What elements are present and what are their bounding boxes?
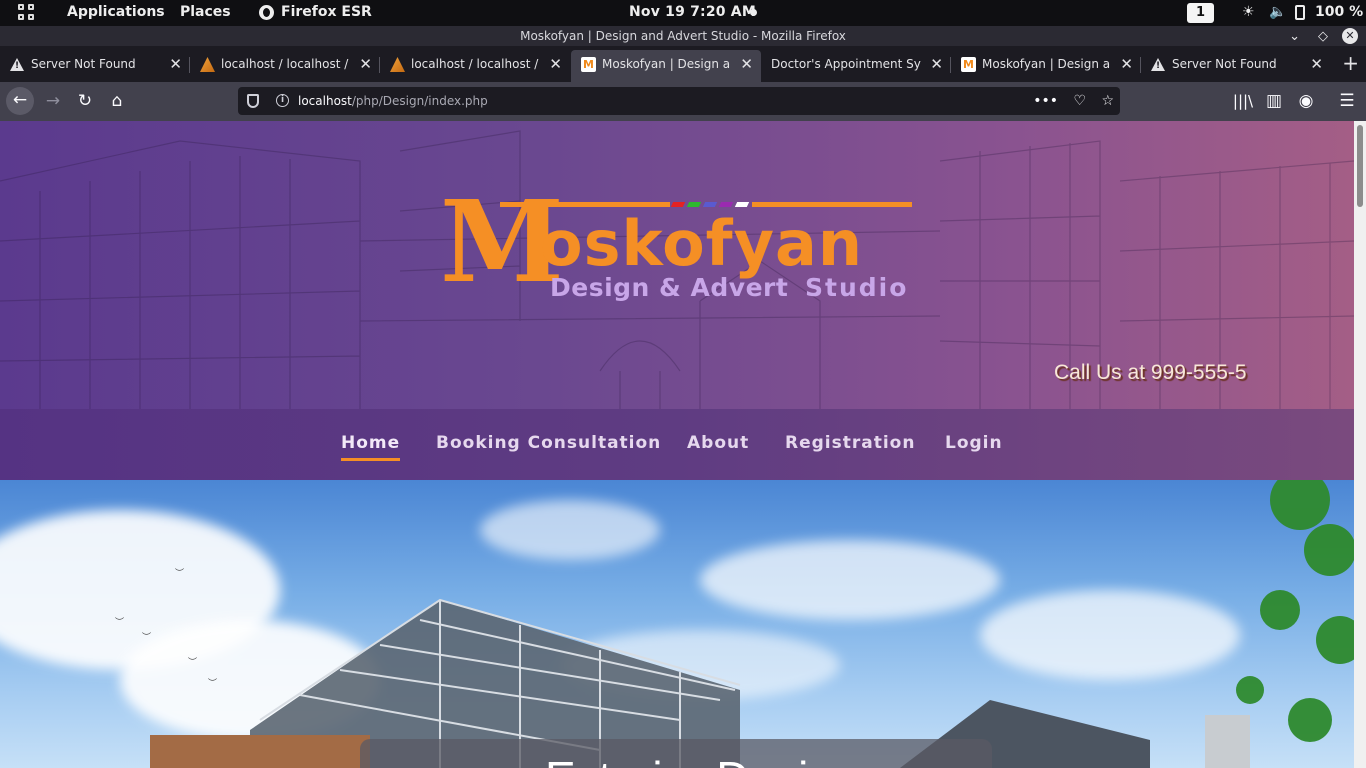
notification-dot-icon	[750, 9, 757, 16]
tab-label: Moskofyan | Design and A	[602, 57, 731, 71]
window-title: Moskofyan | Design and Advert Studio - M…	[520, 29, 846, 43]
warning-icon	[1151, 57, 1166, 74]
sidebar-icon[interactable]: ▥	[1262, 90, 1286, 114]
tab-label: Server Not Found	[1172, 57, 1277, 71]
window-titlebar: Moskofyan | Design and Advert Studio - M…	[0, 26, 1366, 46]
site-info-icon[interactable]: i	[276, 94, 289, 107]
applications-menu[interactable]: Applications	[67, 4, 165, 20]
nav-booking-consultation[interactable]: Booking Consultation	[436, 433, 661, 453]
tab-server-not-found-1[interactable]: Server Not Found ✕	[0, 50, 190, 80]
tab-doctors-appointment[interactable]: Doctor's Appointment System ✕	[761, 50, 951, 80]
tab-localhost-cdf[interactable]: localhost / localhost / cdf ✕	[380, 50, 570, 80]
tab-label: Moskofyan | Design and A	[982, 57, 1111, 71]
url-bar[interactable]: i localhost/php/Design/index.php ••• ♡ ☆	[238, 87, 1120, 115]
volume-icon[interactable]: 🔈	[1269, 4, 1286, 20]
url-text[interactable]: localhost/php/Design/index.php	[298, 87, 488, 115]
hamburger-menu-icon[interactable]: ☰	[1335, 90, 1359, 114]
battery-percent: 100 %	[1315, 4, 1364, 20]
call-us-text: Call Us at 999-555-5	[1054, 361, 1247, 384]
places-menu[interactable]: Places	[180, 4, 231, 20]
tab-moskofyan-2[interactable]: M Moskofyan | Design and A ✕	[951, 50, 1141, 80]
nav-login[interactable]: Login	[945, 433, 1003, 453]
tab-close-icon[interactable]: ✕	[169, 50, 182, 78]
nav-registration[interactable]: Registration	[785, 433, 915, 453]
page-scrollbar[interactable]	[1354, 121, 1366, 768]
phpmyadmin-icon	[390, 57, 405, 72]
tab-close-icon[interactable]: ✕	[740, 50, 753, 78]
nav-about[interactable]: About	[687, 433, 749, 453]
bookmark-star-icon[interactable]: ☆	[1101, 87, 1114, 115]
account-icon[interactable]: ◉	[1294, 90, 1318, 114]
tab-close-icon[interactable]: ✕	[1310, 50, 1323, 78]
tab-label: Server Not Found	[31, 57, 136, 71]
brightness-icon[interactable]: ☀	[1242, 4, 1255, 20]
moskofyan-favicon-icon: M	[581, 57, 596, 72]
logo-subtitle: Design & Advert	[550, 273, 789, 302]
window-close-icon[interactable]: ✕	[1342, 28, 1358, 44]
web-page: M oskofyan Design & Advert Studio Call U…	[0, 121, 1354, 768]
forward-arrow-icon[interactable]: →	[41, 90, 65, 114]
battery-icon[interactable]	[1295, 5, 1305, 20]
warning-icon	[10, 57, 25, 74]
tab-bar: Server Not Found ✕ localhost / localhost…	[0, 46, 1366, 82]
logo-subtitle-studio: Studio	[805, 273, 909, 302]
tab-label: localhost / localhost / cdf	[411, 57, 540, 71]
tab-close-icon[interactable]: ✕	[930, 50, 943, 78]
minimize-chevron-icon[interactable]: ⌄	[1289, 27, 1300, 47]
back-arrow-icon[interactable]: ←	[6, 87, 34, 115]
reload-icon[interactable]: ↻	[73, 90, 97, 114]
phpmyadmin-icon	[200, 57, 215, 72]
tab-label: Doctor's Appointment System	[771, 57, 921, 71]
library-icon[interactable]: |||\	[1231, 90, 1255, 114]
hero-caption: Exterior Design	[545, 751, 859, 768]
moskofyan-favicon-icon: M	[961, 57, 976, 72]
home-icon[interactable]: ⌂	[105, 90, 129, 114]
logo-wordmark: oskofyan	[540, 207, 864, 280]
tab-close-icon[interactable]: ✕	[549, 50, 562, 78]
site-nav-menu: Home Booking Consultation About Registra…	[0, 409, 1354, 480]
tracking-shield-icon[interactable]	[247, 94, 259, 108]
workspace-indicator[interactable]: 1	[1187, 3, 1214, 23]
building-photo	[150, 480, 1354, 768]
tab-label: localhost / localhost / doc	[221, 57, 350, 71]
moskofyan-logo[interactable]: M oskofyan Design & Advert Studio	[440, 187, 915, 309]
tab-server-not-found-2[interactable]: Server Not Found ✕	[1141, 50, 1331, 80]
tab-moskofyan-active[interactable]: M Moskofyan | Design and A ✕	[571, 50, 761, 82]
hero-caption-box: Exterior Design	[360, 739, 992, 768]
clock[interactable]: Nov 19 7:20 AM	[629, 4, 756, 20]
hero-slider: ︶ ︶ ︶ ︶ ︶ Exterior Design	[0, 480, 1354, 768]
navigation-toolbar: ← → ↻ ⌂ i localhost/php/Design/index.php…	[0, 82, 1366, 121]
tab-close-icon[interactable]: ✕	[1120, 50, 1133, 78]
firefox-icon	[259, 5, 274, 20]
app-grid-icon[interactable]	[18, 4, 36, 22]
system-top-bar: Applications Places Firefox ESR Nov 19 7…	[0, 0, 1366, 26]
maximize-diamond-icon[interactable]: ◇	[1318, 27, 1328, 47]
pocket-icon[interactable]: ♡	[1073, 87, 1086, 115]
active-app-label[interactable]: Firefox ESR	[281, 4, 372, 20]
page-actions-ellipsis-icon[interactable]: •••	[1033, 87, 1058, 115]
site-header: M oskofyan Design & Advert Studio Call U…	[0, 121, 1354, 409]
new-tab-plus-icon[interactable]: +	[1342, 53, 1359, 73]
tab-close-icon[interactable]: ✕	[359, 50, 372, 78]
nav-home[interactable]: Home	[341, 433, 401, 461]
scrollbar-thumb[interactable]	[1357, 125, 1363, 207]
tab-localhost-doc[interactable]: localhost / localhost / doc ✕	[190, 50, 380, 80]
